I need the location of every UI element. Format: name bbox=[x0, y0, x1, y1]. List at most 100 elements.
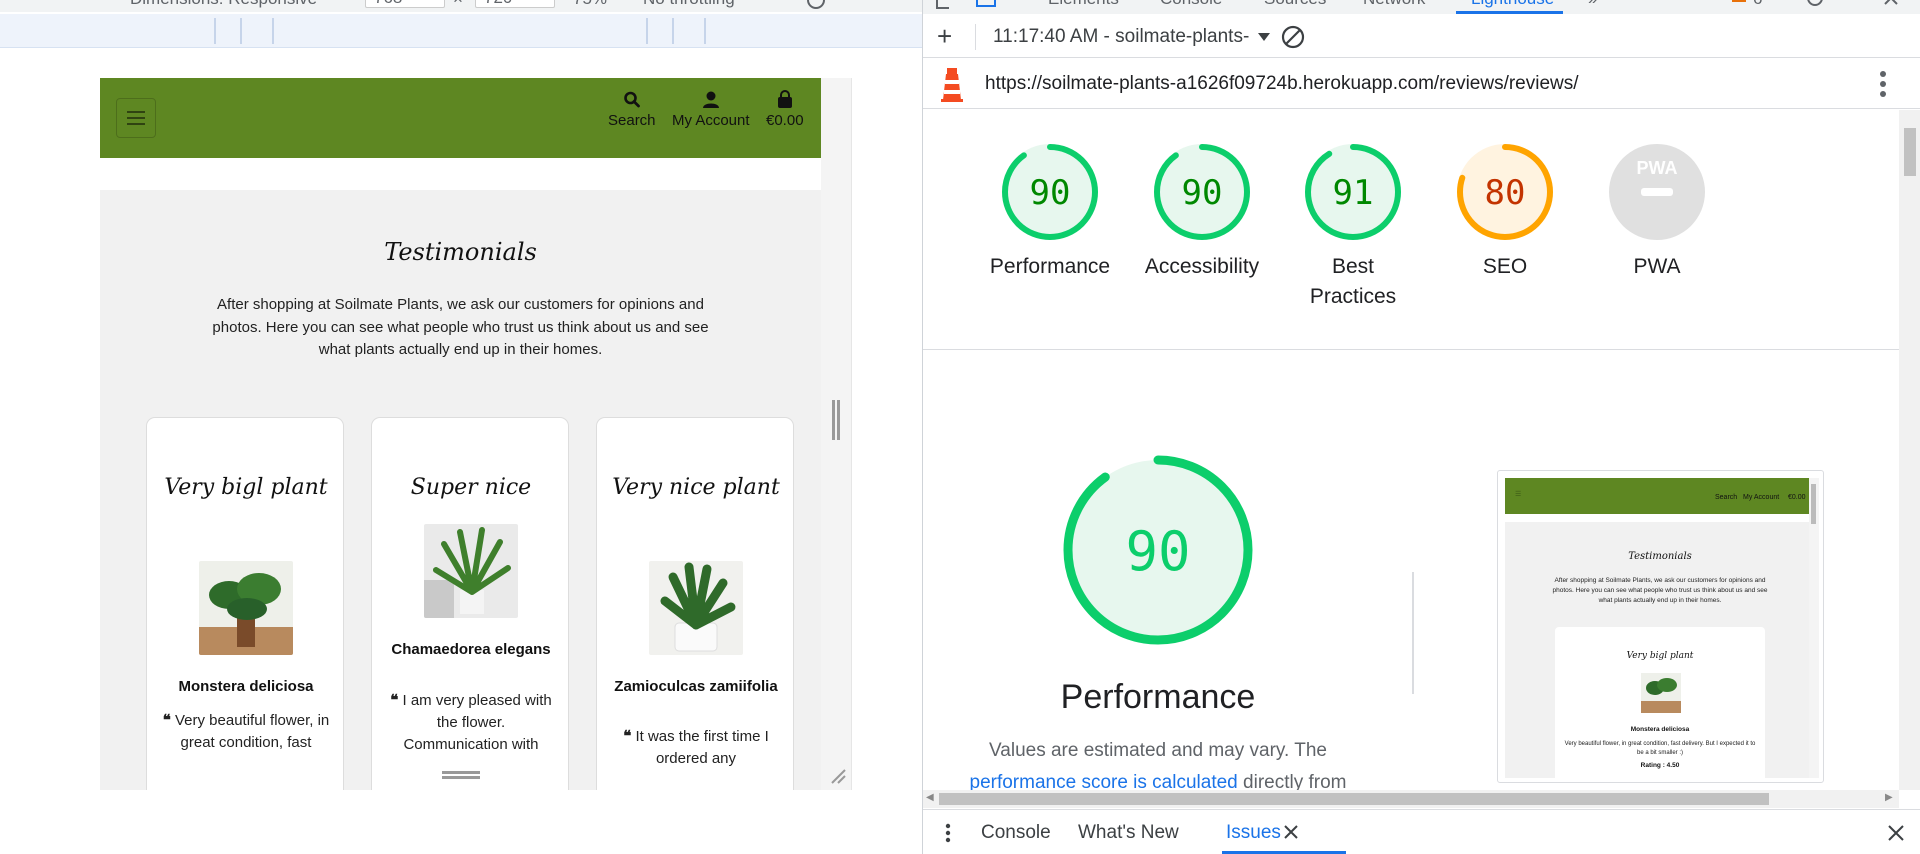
score-value: 80 bbox=[1485, 173, 1526, 213]
more-tabs-button[interactable]: » bbox=[1588, 0, 1597, 9]
score-gauge-accessibility[interactable]: 90 Accessibility bbox=[1132, 140, 1272, 282]
tab-network[interactable]: Network bbox=[1363, 0, 1425, 9]
device-toggle-icon[interactable] bbox=[975, 0, 997, 12]
thumbnail-plant-name: Monstera deliciosa bbox=[1630, 726, 1690, 733]
tab-lighthouse[interactable]: Lighthouse bbox=[1471, 0, 1554, 9]
score-gauge-seo[interactable]: 80 SEO bbox=[1435, 140, 1575, 282]
throttling-dropdown[interactable]: No throttling bbox=[643, 0, 735, 9]
performance-title: Performance bbox=[1060, 678, 1256, 716]
height-input[interactable]: 720 bbox=[475, 0, 555, 8]
score-ring: 90 bbox=[1154, 144, 1250, 240]
scores-divider bbox=[923, 349, 1899, 350]
score-label: Accessibility bbox=[1144, 255, 1260, 278]
pwa-badge-text: PWA bbox=[1636, 158, 1677, 178]
media-query-ruler[interactable] bbox=[0, 14, 922, 48]
thumbnail-quote: Very beautiful flower, in great conditio… bbox=[1564, 741, 1756, 756]
report-vertical-scrollbar[interactable] bbox=[1899, 110, 1920, 790]
nav-bag-total: €0.00 bbox=[766, 112, 804, 129]
review-card[interactable]: Very nice plant Zamioculcas zamiifolia ❝… bbox=[596, 417, 794, 790]
width-input[interactable]: 768 bbox=[365, 0, 445, 8]
score-value: 90 bbox=[1182, 173, 1223, 213]
rotate-icon[interactable] bbox=[805, 0, 827, 12]
more-vert-icon[interactable] bbox=[1848, 0, 1854, 10]
new-report-button[interactable]: + bbox=[937, 23, 952, 49]
bottom-resize-handle[interactable] bbox=[442, 771, 480, 779]
report-selector[interactable]: 11:17:40 AM - soilmate-plants- bbox=[993, 26, 1271, 48]
thumbnail-title: Testimonials bbox=[1628, 551, 1692, 562]
times-sign: × bbox=[453, 0, 463, 9]
settings-icon[interactable] bbox=[1803, 0, 1827, 10]
review-card[interactable]: Very bigl plant Monstera deliciosa ❝ Ver… bbox=[146, 417, 344, 790]
nav-search[interactable]: Search bbox=[608, 90, 656, 129]
clear-reports-icon[interactable] bbox=[1281, 25, 1305, 49]
devtools-drawer: Console What's New Issues bbox=[923, 809, 1920, 854]
scroll-right-icon[interactable]: ▶ bbox=[1885, 792, 1893, 803]
performance-score: 90 bbox=[1125, 520, 1190, 583]
quote-icon: ❝ bbox=[162, 712, 175, 729]
zoom-dropdown[interactable]: 75% bbox=[573, 0, 607, 9]
thumbnail-navbar: ☰ Search My Account €0.00 bbox=[1505, 478, 1815, 514]
nav-bag[interactable]: €0.00 bbox=[766, 90, 804, 129]
testimonials-title: Testimonials bbox=[384, 238, 537, 266]
score-gauge-pwa[interactable]: PWA PWA bbox=[1587, 140, 1727, 282]
score-ring: 90 bbox=[1002, 144, 1098, 240]
emulated-viewport: Search My Account €0.00 Testimonials Aft… bbox=[100, 78, 852, 790]
more-vert-icon[interactable] bbox=[886, 0, 892, 12]
right-resize-handle[interactable] bbox=[832, 400, 840, 440]
final-screenshot-thumbnail[interactable]: ☰ Search My Account €0.00 Testimonials A… bbox=[1497, 470, 1824, 783]
audited-url[interactable]: https://soilmate-plants-a1626f09724b.her… bbox=[985, 73, 1579, 95]
score-value: 90 bbox=[1030, 173, 1071, 213]
nav-my-account[interactable]: My Account bbox=[672, 90, 750, 129]
close-issues-tab-icon[interactable] bbox=[1284, 825, 1298, 839]
pwa-badge-bar bbox=[1641, 188, 1673, 196]
plant-photo[interactable] bbox=[199, 561, 293, 655]
inspect-icon[interactable] bbox=[935, 0, 955, 12]
section-separator bbox=[1412, 572, 1414, 694]
score-ring: 91 bbox=[1305, 144, 1401, 240]
review-title: Very nice plant bbox=[612, 475, 780, 500]
dimensions-dropdown[interactable]: Dimensions: Responsive bbox=[130, 0, 317, 9]
plant-photo[interactable] bbox=[424, 524, 518, 618]
tab-elements[interactable]: Elements bbox=[1048, 0, 1119, 9]
review-title: Super nice bbox=[410, 475, 532, 500]
score-value: 91 bbox=[1333, 173, 1374, 213]
issues-count[interactable]: 6 bbox=[1753, 0, 1762, 9]
issues-flag-icon[interactable] bbox=[1729, 0, 1749, 10]
lighthouse-logo-icon bbox=[941, 68, 963, 102]
score-label: PWA bbox=[1633, 255, 1681, 278]
corner-resize-icon[interactable] bbox=[830, 768, 846, 784]
nav-search-label: Search bbox=[608, 112, 656, 129]
user-icon bbox=[702, 91, 719, 108]
site-page: Search My Account €0.00 Testimonials Aft… bbox=[100, 78, 821, 790]
review-card[interactable]: Super nice Chamaedorea elegans ❝ I am ve… bbox=[371, 417, 569, 790]
drawer-menu-icon[interactable] bbox=[945, 823, 951, 843]
thumbnail-menu-icon: ☰ bbox=[1515, 491, 1522, 498]
review-quote: ❝ It was the first time I ordered any bbox=[623, 728, 769, 767]
dropdown-caret-icon bbox=[1257, 33, 1270, 41]
performance-description: Values are estimated and may vary. The p… bbox=[948, 735, 1368, 790]
close-devtools-icon[interactable] bbox=[1883, 0, 1901, 10]
thumbnail-plant-photo bbox=[1641, 673, 1681, 713]
drawer-tab-console[interactable]: Console bbox=[981, 822, 1051, 844]
plant-photo[interactable] bbox=[649, 561, 743, 655]
active-tab-indicator bbox=[1456, 11, 1563, 14]
performance-gauge[interactable]: 90 bbox=[1058, 450, 1258, 650]
device-emulation-pane: Dimensions: Responsive 768 × 720 75% No … bbox=[0, 0, 922, 854]
report-horizontal-scrollbar[interactable]: ◀ ▶ bbox=[923, 790, 1899, 808]
quote-icon: ❝ bbox=[390, 692, 403, 709]
score-gauge-performance[interactable]: 90 Performance bbox=[980, 140, 1120, 282]
score-gauge-best-practices[interactable]: 91 Best Practices bbox=[1283, 140, 1423, 312]
score-label: SEO bbox=[1482, 255, 1528, 278]
tab-sources[interactable]: Sources bbox=[1264, 0, 1326, 9]
report-menu-icon[interactable] bbox=[1879, 69, 1887, 99]
scroll-left-icon[interactable]: ◀ bbox=[926, 792, 934, 803]
drawer-tab-issues[interactable]: Issues bbox=[1226, 822, 1281, 844]
drawer-tab-whats-new[interactable]: What's New bbox=[1078, 822, 1179, 844]
close-drawer-icon[interactable] bbox=[1888, 825, 1904, 841]
hamburger-menu-button[interactable] bbox=[116, 98, 156, 138]
performance-score-link[interactable]: performance score is calculated bbox=[970, 772, 1238, 790]
devtools-tab-bar: Elements Console Sources Network Lightho… bbox=[923, 0, 1920, 14]
tab-console[interactable]: Console bbox=[1160, 0, 1222, 9]
devtools-panel: Elements Console Sources Network Lightho… bbox=[923, 0, 1920, 854]
score-ring: 80 bbox=[1457, 144, 1553, 240]
